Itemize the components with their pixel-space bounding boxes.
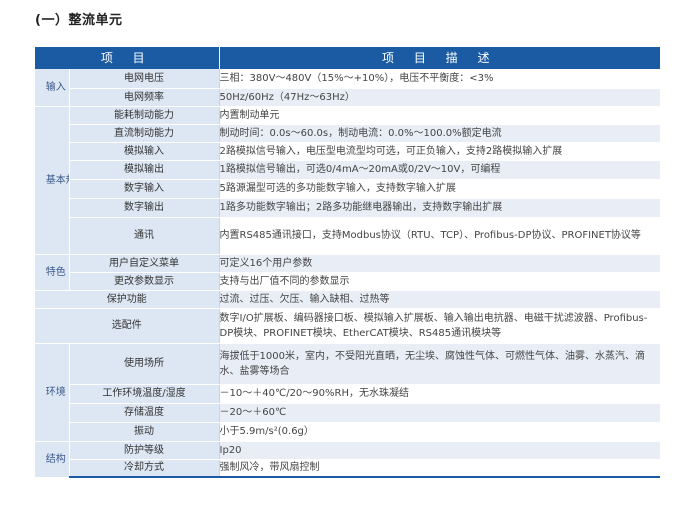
table-row: 基本规范 能耗制动能力 内置制动单元 xyxy=(35,106,661,255)
item-cell: 冷却方式 xyxy=(68,459,220,478)
category-cell: 特色 xyxy=(35,254,69,291)
item-cell: 存储温度 xyxy=(68,403,220,423)
description-cell: 2路模拟信号输入，电压型电流型均可选，可正负输入，支持2路模拟输入扩展 xyxy=(218,142,661,161)
item-cell: 更改参数显示 xyxy=(68,272,220,291)
table-header-row: 项 目 项 目 描 述 xyxy=(35,47,661,69)
description-cell: Ip20 xyxy=(218,441,661,460)
item-cell: 通讯 xyxy=(68,217,220,255)
item-cell: 电网电压 xyxy=(68,69,220,89)
table-row: 模拟输出 1路模拟信号输出，可选0/4mA～20mA或0/2V～10V，可编程 xyxy=(35,160,661,180)
description-cell: 1路模拟信号输出，可选0/4mA～20mA或0/2V～10V，可编程 xyxy=(218,160,661,180)
item-cell: 数字输入 xyxy=(68,179,220,199)
item-cell: 模拟输入 xyxy=(68,142,220,161)
item-cell: 使用场所 xyxy=(68,343,220,385)
category-cell: 结构 xyxy=(35,441,69,478)
description-cell: 过流、过压、欠压、输入缺相、过热等 xyxy=(218,290,661,309)
item-cell: 保护功能 xyxy=(35,290,220,309)
description-cell: 数字I/O扩展板、编码器接口板、模拟输入扩展板、输入输出电抗器、电磁干扰滤波器、… xyxy=(218,308,661,344)
category-label: 结构 xyxy=(45,453,66,465)
table-row: 环境 使用场所 海拔低于1000米，室内，不受阳光直晒，无尘埃、腐蚀性气体、可燃… xyxy=(35,343,661,442)
description-cell: 内置RS485通讯接口，支持Modbus协议（RTU、TCP）、Profibus… xyxy=(218,217,661,255)
description-cell: 强制风冷，带风扇控制 xyxy=(218,459,661,478)
table-row: 选配件 数字I/O扩展板、编码器接口板、模拟输入扩展板、输入输出电抗器、电磁干扰… xyxy=(35,308,661,344)
table-row: 振动 小于5.9m/s²(0.6g） xyxy=(35,422,661,442)
item-cell: 振动 xyxy=(68,422,220,442)
table-row: 工作环境温度/湿度 －10～＋40℃/20～90%RH，无水珠凝结 xyxy=(35,384,661,404)
description-cell: －10～＋40℃/20～90%RH，无水珠凝结 xyxy=(218,384,661,404)
description-cell: 制动时间：0.0s～60.0s，制动电流：0.0%～100.0%额定电流 xyxy=(218,124,661,143)
header-description: 项 目 描 述 xyxy=(219,47,661,69)
description-cell: 海拔低于1000米，室内，不受阳光直晒，无尘埃、腐蚀性气体、可燃性气体、油雾、水… xyxy=(218,343,661,385)
table-row: 电网频率 50Hz/60Hz（47Hz～63Hz） xyxy=(35,88,661,107)
category-label: 环境 xyxy=(45,386,66,398)
description-cell: 内置制动单元 xyxy=(218,106,661,125)
item-cell: 用户自定义菜单 xyxy=(68,254,220,273)
category-label: 基本规范 xyxy=(45,174,69,186)
item-cell: 防护等级 xyxy=(68,441,220,460)
table-row: 数字输入 5路源漏型可选的多功能数字输入，支持数字输入扩展 xyxy=(35,179,661,199)
description-cell: 1路多功能数字输出；2路多功能继电器输出，支持数字输出扩展 xyxy=(218,198,661,218)
item-cell: 模拟输出 xyxy=(68,160,220,180)
item-cell: 直流制动能力 xyxy=(68,124,220,143)
description-cell: 50Hz/60Hz（47Hz～63Hz） xyxy=(218,88,661,107)
table-row: 冷却方式 强制风冷，带风扇控制 xyxy=(35,459,661,478)
table-row: 直流制动能力 制动时间：0.0s～60.0s，制动电流：0.0%～100.0%额… xyxy=(35,124,661,143)
item-cell: 数字输出 xyxy=(68,198,220,218)
item-cell: 选配件 xyxy=(35,308,220,344)
table-row: 输入 电网电压 三相：380V～480V（15%～+10%），电压不平衡度：<3… xyxy=(35,69,661,107)
table-row: 通讯 内置RS485通讯接口，支持Modbus协议（RTU、TCP）、Profi… xyxy=(35,217,661,255)
category-label: 特色 xyxy=(45,266,66,278)
section-title: (一）整流单元 xyxy=(35,13,123,28)
category-cell: 基本规范 xyxy=(35,106,69,255)
category-cell: 输入 xyxy=(35,69,69,107)
description-cell: 小于5.9m/s²(0.6g） xyxy=(218,422,661,442)
table-row: 保护功能 过流、过压、欠压、输入缺相、过热等 xyxy=(35,290,661,309)
spec-table: 项 目 项 目 描 述 输入 电网电压 三相：380V～480V（15%～+10… xyxy=(35,47,661,478)
table-row: 特色 用户自定义菜单 可定义16个用户参数 xyxy=(35,254,661,291)
item-cell: 能耗制动能力 xyxy=(68,106,220,125)
description-cell: 可定义16个用户参数 xyxy=(218,254,661,273)
item-cell: 电网频率 xyxy=(68,88,220,107)
category-label: 输入 xyxy=(45,81,66,93)
description-cell: 支持与出厂值不同的参数显示 xyxy=(218,272,661,291)
description-cell: 三相：380V～480V（15%～+10%），电压不平衡度：<3% xyxy=(218,69,661,89)
item-cell: 工作环境温度/湿度 xyxy=(68,384,220,404)
table-row: 数字输出 1路多功能数字输出；2路多功能继电器输出，支持数字输出扩展 xyxy=(35,198,661,218)
table-row: 模拟输入 2路模拟信号输入，电压型电流型均可选，可正负输入，支持2路模拟输入扩展 xyxy=(35,142,661,161)
table-row: 更改参数显示 支持与出厂值不同的参数显示 xyxy=(35,272,661,291)
header-item: 项 目 xyxy=(35,47,220,69)
table-row: 结构 防护等级 Ip20 xyxy=(35,441,661,478)
category-cell: 环境 xyxy=(35,343,69,442)
description-cell: 5路源漏型可选的多功能数字输入，支持数字输入扩展 xyxy=(218,179,661,199)
table-row: 存储温度 －20～＋60℃ xyxy=(35,403,661,423)
description-cell: －20～＋60℃ xyxy=(218,403,661,423)
